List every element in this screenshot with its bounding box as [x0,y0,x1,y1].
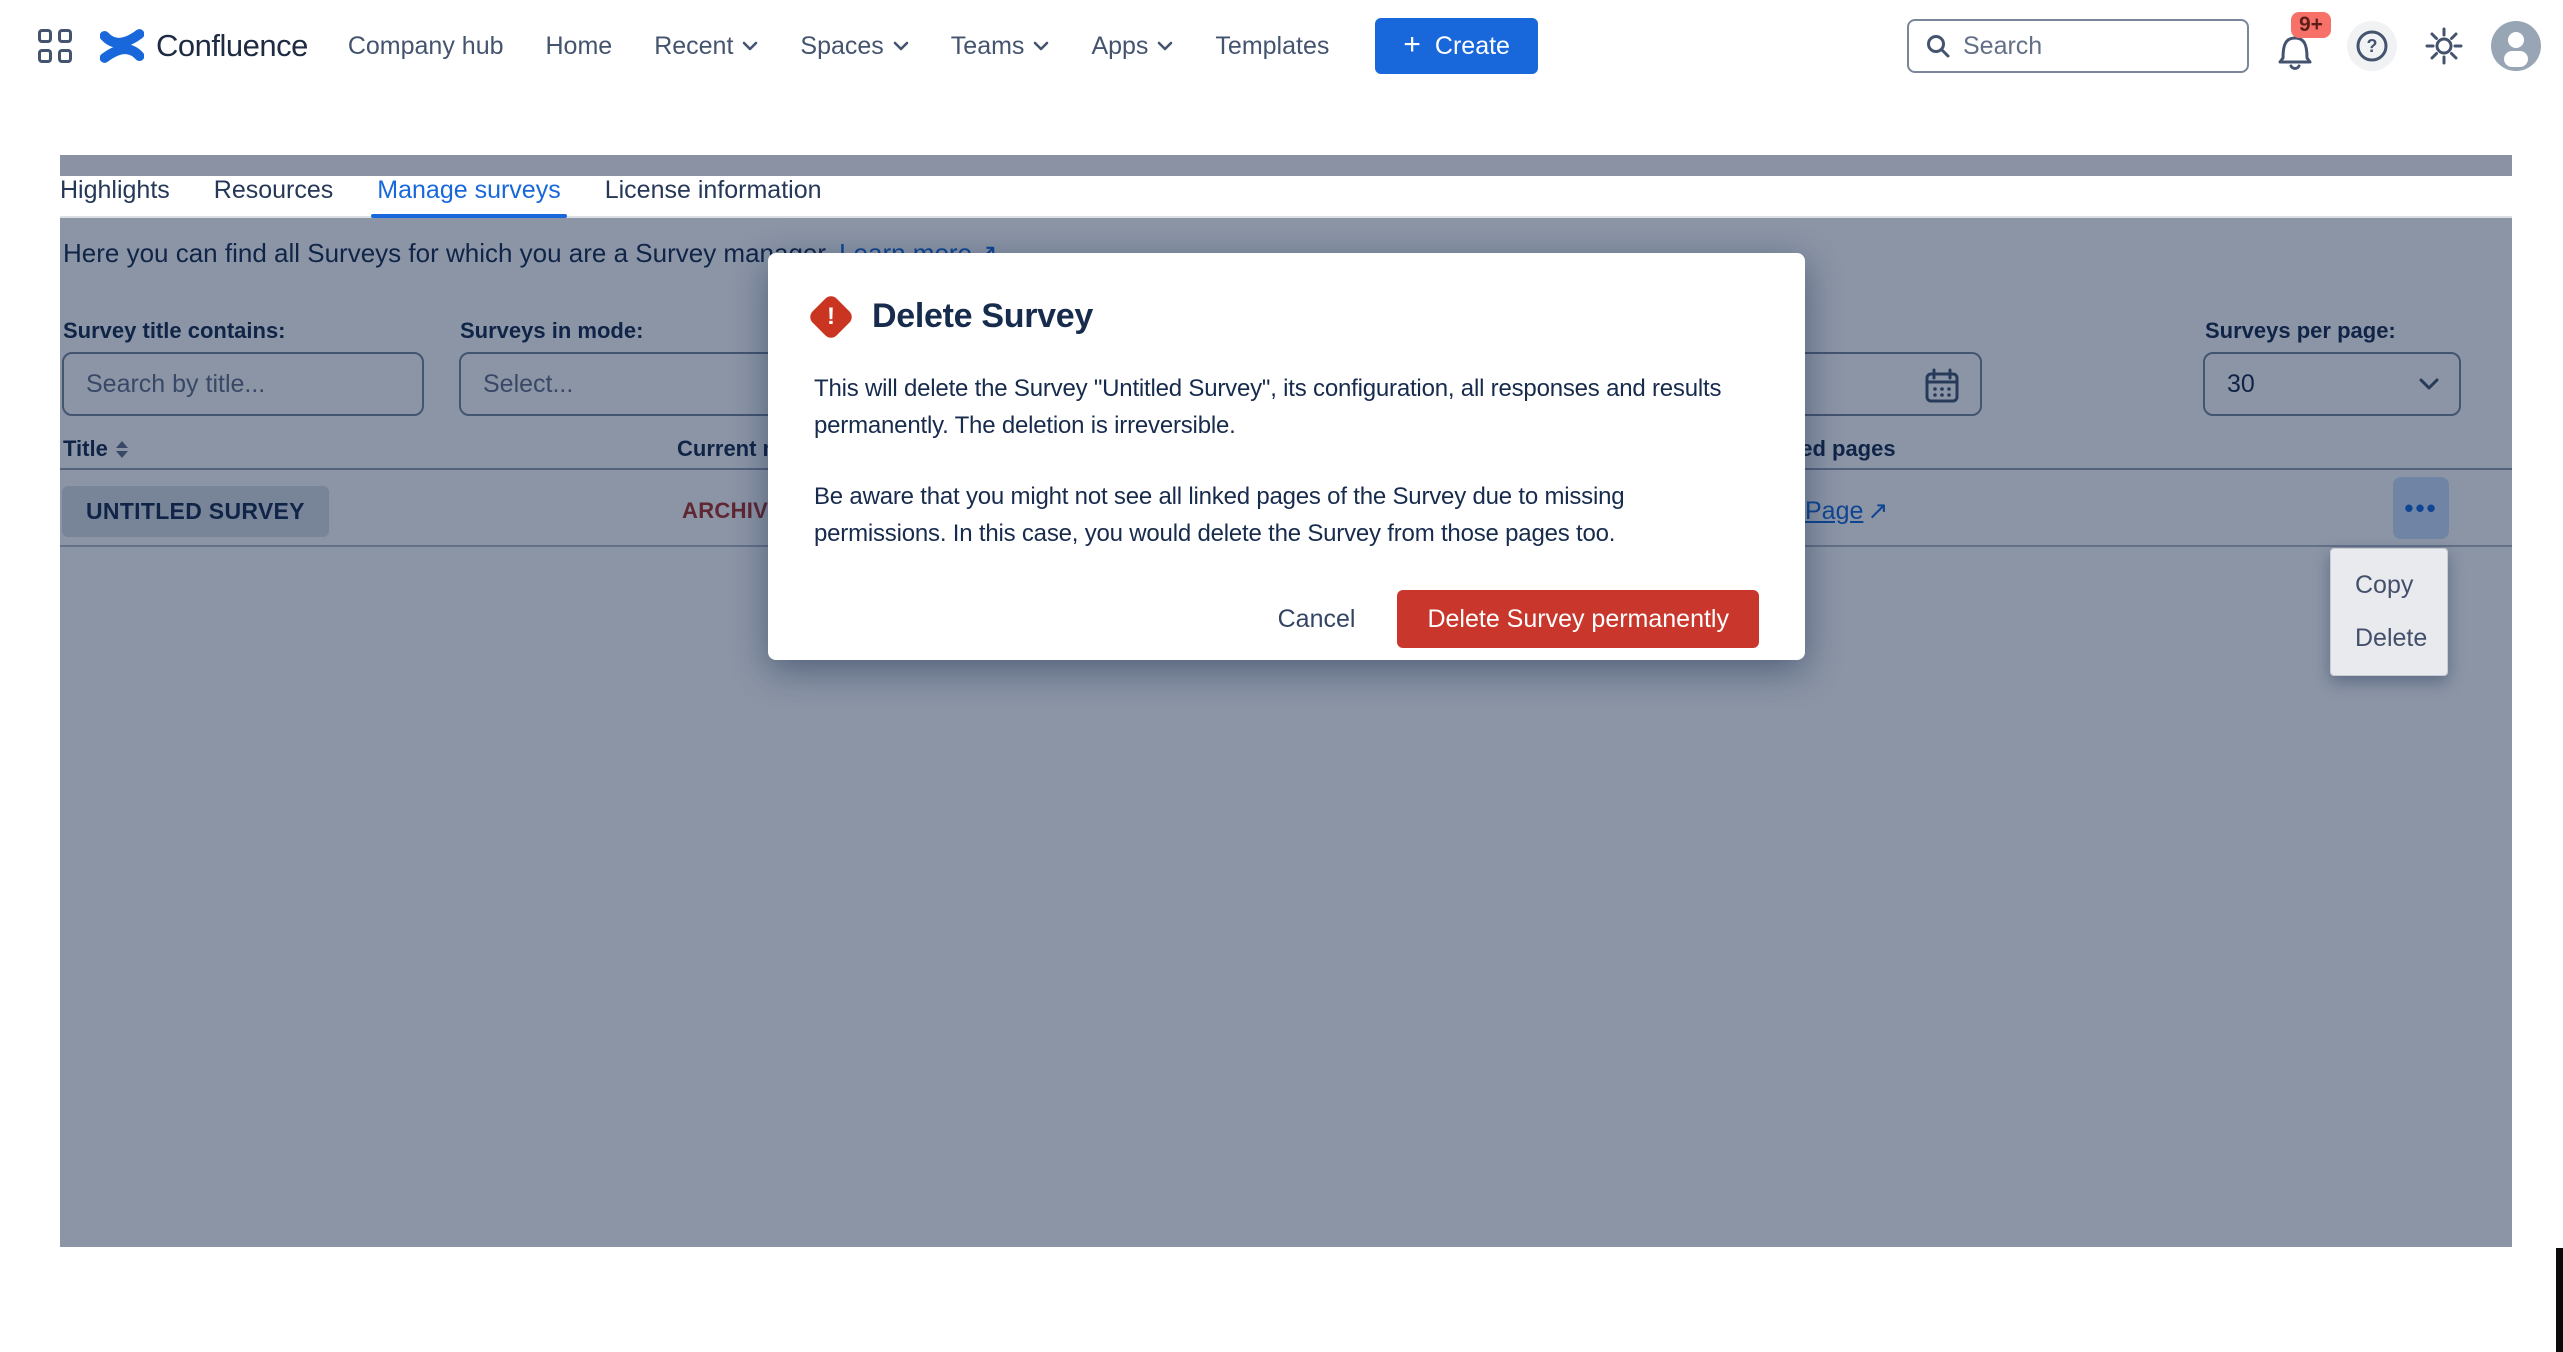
notifications-button[interactable]: 9+ [2275,16,2321,76]
grid-square [38,49,52,63]
tab-highlights[interactable]: Highlights [60,176,170,218]
chevron-down-icon [893,41,909,51]
nav-templates[interactable]: Templates [1215,32,1329,61]
nav-teams[interactable]: Teams [951,32,1050,61]
menu-item-copy[interactable]: Copy [2331,559,2447,612]
svg-text:?: ? [2367,36,2378,56]
chevron-down-icon [1157,41,1173,51]
search-input[interactable] [1963,32,2203,61]
plus-icon: + [1403,30,1421,60]
modal-footer: Cancel Delete Survey permanently [814,590,1759,648]
modal-paragraph-2: Be aware that you might not see all link… [814,478,1759,552]
search-icon [1925,33,1951,59]
question-icon: ? [2355,29,2389,63]
delete-survey-modal: ! Delete Survey This will delete the Sur… [768,253,1805,660]
settings-button[interactable] [2423,25,2465,67]
tab-license-information[interactable]: License information [605,176,822,218]
window-edge-artifact [2556,1248,2563,1352]
delete-permanently-button[interactable]: Delete Survey permanently [1397,590,1759,648]
product-wordmark: Confluence [156,28,308,64]
nav-spaces[interactable]: Spaces [800,32,908,61]
nav-company-hub[interactable]: Company hub [348,32,504,61]
cancel-button[interactable]: Cancel [1270,593,1364,646]
notifications-badge: 9+ [2291,12,2331,38]
modal-header: ! Delete Survey [814,297,1759,336]
row-actions-menu: Copy Delete [2330,548,2448,676]
search-box[interactable] [1907,19,2249,73]
gear-icon [2423,25,2465,67]
tab-resources[interactable]: Resources [214,176,334,218]
modal-title: Delete Survey [872,297,1093,336]
grid-square [58,29,72,43]
nav-right-cluster: 9+ ? [1907,0,2541,92]
chevron-down-icon [742,41,758,51]
avatar[interactable] [2491,21,2541,71]
confluence-logo[interactable]: Confluence [100,24,308,68]
confluence-mark-icon [100,24,144,68]
create-button[interactable]: + Create [1375,18,1538,74]
nav-home[interactable]: Home [546,32,613,61]
modal-paragraph-1: This will delete the Survey "Untitled Su… [814,370,1759,444]
error-icon: ! [807,292,855,340]
chevron-down-icon [1033,41,1049,51]
person-icon [2491,21,2541,71]
nav-apps[interactable]: Apps [1091,32,1173,61]
confluence-screen: Confluence Company hub Home Recent Space… [0,0,2563,1352]
grid-square [58,49,72,63]
page-tabs: Highlights Resources Manage surveys Lice… [60,176,2512,218]
help-button[interactable]: ? [2347,21,2397,71]
grid-square [38,29,52,43]
dimmed-strip [60,155,2512,176]
modal-body: This will delete the Survey "Untitled Su… [814,370,1759,552]
nav-recent[interactable]: Recent [654,32,758,61]
app-switcher-icon[interactable] [38,29,72,63]
top-navigation: Confluence Company hub Home Recent Space… [0,0,2563,92]
menu-item-delete[interactable]: Delete [2331,612,2447,665]
tab-manage-surveys[interactable]: Manage surveys [377,176,560,218]
